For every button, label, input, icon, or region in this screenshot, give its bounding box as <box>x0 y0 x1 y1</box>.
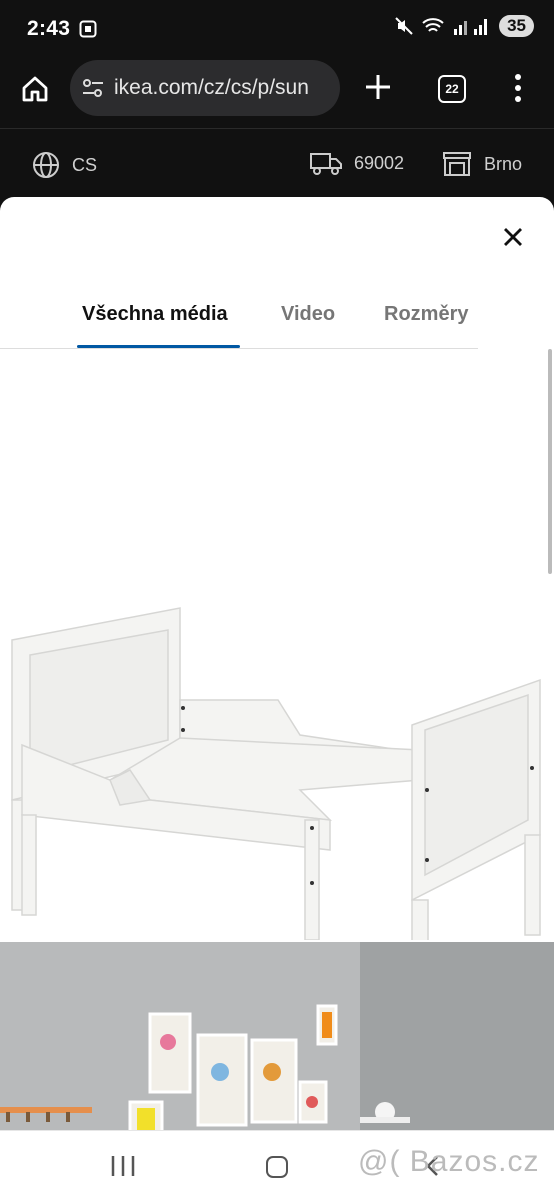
tab-dimensions[interactable]: Rozměry <box>384 303 468 326</box>
close-icon[interactable] <box>502 226 524 248</box>
tab-video[interactable]: Video <box>281 303 335 326</box>
watermark: @( Bazos.cz <box>358 1145 540 1178</box>
status-time: 2:43 <box>27 17 71 40</box>
system-nav-bar: @( Bazos.cz <box>0 1130 554 1201</box>
recents-icon[interactable] <box>110 1155 136 1177</box>
tab-divider <box>0 348 478 349</box>
battery-level: 35 <box>499 15 534 37</box>
tabs-icon[interactable]: 22 <box>438 75 466 103</box>
wifi-icon <box>422 18 444 32</box>
more-icon[interactable] <box>510 73 526 103</box>
scrollbar[interactable] <box>548 349 552 574</box>
screen-record-icon <box>79 20 97 38</box>
mute-icon <box>395 17 413 35</box>
url-text: ikea.com/cz/cs/p/sun <box>114 76 309 99</box>
store-label: Brno <box>484 153 523 174</box>
zip-label: 69002 <box>354 152 405 173</box>
language-selector[interactable]: CS <box>32 151 97 179</box>
store-icon <box>443 152 471 176</box>
product-image[interactable] <box>0 350 548 1001</box>
status-icons: 35 <box>394 15 534 37</box>
store-selector[interactable]: Brno <box>442 151 522 177</box>
language-label: CS <box>72 154 98 175</box>
address-bar[interactable]: ikea.com/cz/cs/p/sun <box>70 60 340 116</box>
bed-illustration <box>11 607 541 1001</box>
status-bar: 2:43 35 <box>0 0 554 58</box>
signal-icon <box>454 19 488 35</box>
truck-icon <box>310 153 342 175</box>
ikea-top-strip: CS 69002 Brno <box>0 128 554 197</box>
browser-toolbar: ikea.com/cz/cs/p/sun 22 <box>0 58 554 128</box>
delivery-zip[interactable]: 69002 <box>310 151 404 175</box>
globe-icon <box>33 152 59 178</box>
plus-icon[interactable] <box>365 74 391 100</box>
media-tabs: Všechna média Video Rozměry <box>0 289 554 349</box>
tune-icon[interactable] <box>82 78 104 98</box>
home-icon[interactable] <box>19 73 51 105</box>
nav-home-icon[interactable] <box>266 1156 288 1178</box>
tab-all-media[interactable]: Všechna média <box>82 303 228 326</box>
media-viewer-sheet: Všechna média Video Rozměry <box>0 197 554 1200</box>
